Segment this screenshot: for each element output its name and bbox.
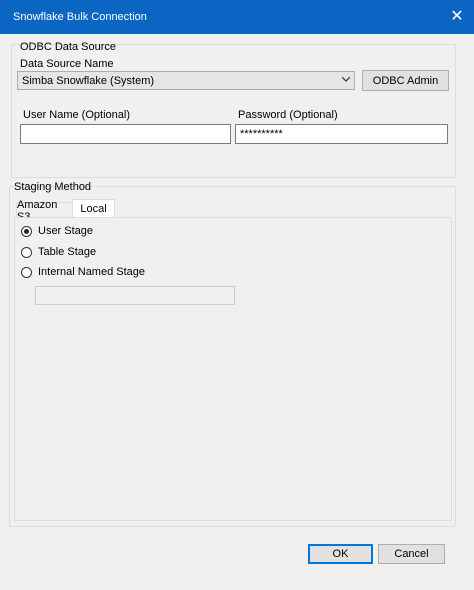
odbc-admin-label: ODBC Admin xyxy=(372,74,439,87)
table-stage-label: Table Stage xyxy=(38,246,97,258)
radio-internal-named-stage[interactable] xyxy=(21,266,32,278)
close-icon: ✕ xyxy=(450,8,464,25)
staging-group-label: Staging Method xyxy=(14,181,92,193)
local-tab-panel xyxy=(14,217,452,521)
table-stage-option[interactable]: Table Stage xyxy=(21,246,96,258)
named-stage-input[interactable] xyxy=(35,286,235,305)
cancel-button[interactable]: Cancel xyxy=(378,544,445,564)
tab-local-label: Local xyxy=(80,203,107,215)
ok-button[interactable]: OK xyxy=(308,544,373,564)
tab-local[interactable]: Local xyxy=(72,199,115,218)
window-title: Snowflake Bulk Connection xyxy=(13,11,147,23)
close-button[interactable]: ✕ xyxy=(440,0,474,34)
radio-user-stage[interactable] xyxy=(21,225,32,237)
password-input[interactable] xyxy=(235,124,448,144)
password-label: Password (Optional) xyxy=(238,109,338,121)
internal-named-stage-option[interactable]: Internal Named Stage xyxy=(21,266,145,278)
user-stage-option[interactable]: User Stage xyxy=(21,225,93,237)
dsn-select[interactable]: Simba Snowflake (System) xyxy=(17,71,355,90)
chevron-down-icon xyxy=(342,76,350,82)
user-name-label: User Name (Optional) xyxy=(23,109,130,121)
title-bar: Snowflake Bulk Connection ✕ xyxy=(0,0,474,34)
user-name-input[interactable] xyxy=(20,124,231,144)
dsn-label: Data Source Name xyxy=(20,58,114,70)
internal-named-stage-label: Internal Named Stage xyxy=(38,266,146,278)
odbc-admin-button[interactable]: ODBC Admin xyxy=(362,70,449,91)
user-stage-label: User Stage xyxy=(38,225,94,237)
ok-label: OK xyxy=(332,548,349,560)
radio-table-stage[interactable] xyxy=(21,246,32,258)
dsn-value: Simba Snowflake (System) xyxy=(22,75,155,87)
cancel-label: Cancel xyxy=(394,548,429,560)
odbc-group-label: ODBC Data Source xyxy=(20,41,116,53)
